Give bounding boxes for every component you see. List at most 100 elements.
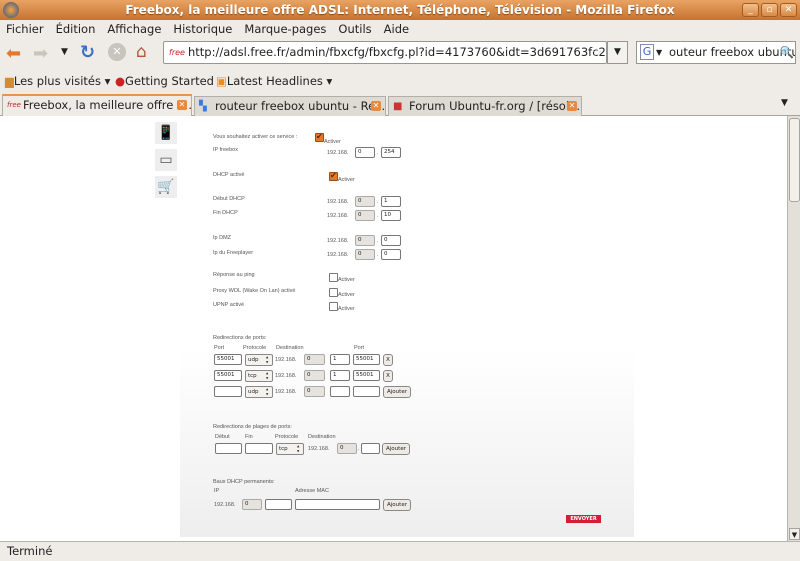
tab-close-icon[interactable]: ✕ — [371, 101, 381, 111]
home-icon[interactable]: ⌂ — [136, 42, 147, 62]
dmz-octet3: 0 — [355, 235, 375, 246]
bookmark-getting-started[interactable]: ●Getting Started — [115, 70, 214, 92]
engine-dropdown-icon[interactable]: ▼ — [656, 42, 662, 63]
search-icon[interactable]: 🔍 — [780, 42, 794, 63]
col-mac: Adresse MAC — [295, 488, 329, 494]
history-dropdown-icon[interactable]: ▼ — [61, 47, 68, 57]
port-input[interactable]: 55001 — [214, 370, 242, 381]
freeplayer-octet3: 0 — [355, 249, 375, 260]
menu-fichier[interactable]: Fichier — [6, 20, 44, 38]
protocol-select[interactable]: tcp — [276, 443, 304, 455]
tab-forum[interactable]: ■ Forum Ubuntu-fr.org / [résol... ✕ — [388, 96, 582, 117]
dest-port-input[interactable]: 55001 — [353, 370, 380, 381]
delete-button[interactable]: X — [383, 370, 393, 382]
ping-checkbox[interactable] — [329, 273, 338, 282]
add-lease-button[interactable]: Ajouter — [383, 499, 411, 511]
menu-aide[interactable]: Aide — [384, 20, 409, 38]
tab-google[interactable]: ▚ routeur freebox ubuntu - Rec... ✕ — [194, 96, 386, 117]
reload-icon[interactable]: ↻ — [80, 42, 95, 63]
col-destination: Destination — [276, 345, 304, 351]
bookmark-star-icon[interactable]: ☆ — [592, 42, 602, 63]
dot: . — [377, 238, 379, 244]
ip-prefix: 192.168. — [327, 213, 349, 219]
dest-octet4[interactable]: 1 — [330, 354, 350, 365]
minimize-button[interactable]: _ — [742, 3, 759, 17]
vertical-scrollbar[interactable]: ▼ — [787, 116, 800, 541]
menu-outils[interactable]: Outils — [338, 20, 371, 38]
menu-edition[interactable]: Édition — [56, 20, 96, 38]
dhcp-checkbox[interactable] — [329, 172, 338, 181]
tab-bar: free Freebox, la meilleure offre A... ✕ ▚ r… — [0, 94, 800, 117]
dot: . — [377, 213, 379, 219]
freeplayer-octet4[interactable]: 0 — [381, 249, 401, 260]
dmz-octet4[interactable]: 0 — [381, 235, 401, 246]
submit-button[interactable]: ENVOYER — [566, 515, 601, 523]
scroll-down-icon[interactable]: ▼ — [789, 528, 800, 540]
config-panel: Vous souhaitez activer ce service : Acti… — [180, 118, 634, 537]
menu-affichage[interactable]: Affichage — [107, 20, 161, 38]
add-port-redir-button[interactable]: Ajouter — [383, 386, 411, 398]
col-port-dest: Port — [354, 345, 365, 351]
bookmark-latest-headlines[interactable]: ▣Latest Headlines ▾ — [216, 70, 332, 92]
dest-octet3: 0 — [304, 370, 325, 381]
back-icon[interactable]: ⬅ — [6, 43, 21, 64]
dest-octet4[interactable] — [361, 443, 380, 454]
url-dropdown-button[interactable]: ▼ — [607, 41, 628, 64]
range-end-input[interactable] — [245, 443, 273, 454]
title-bar: Freebox, la meilleure offre ADSL: Intern… — [0, 0, 800, 20]
stop-icon[interactable]: ✕ — [108, 43, 126, 61]
lease-octet4[interactable] — [265, 499, 292, 510]
search-input[interactable]: G ▼ outeur freebox ubuntu 🔍 — [636, 41, 796, 64]
tab-close-icon[interactable]: ✕ — [567, 101, 577, 111]
page-content: 📱 ▭ 🛒 Vous souhaitez activer ce service … — [0, 116, 787, 541]
dest-octet3: 0 — [337, 443, 357, 454]
ip-prefix: 192.168. — [308, 446, 330, 452]
dhcp-label: DHCP activé — [213, 172, 245, 178]
url-text: http://adsl.free.fr/admin/fbxcfg/fbxcfg.… — [188, 45, 606, 59]
forward-icon[interactable]: ➡ — [33, 43, 48, 64]
upnp-checkbox[interactable] — [329, 302, 338, 311]
dhcp-start-octet3: 0 — [355, 196, 375, 207]
protocol-select[interactable]: udp — [245, 354, 273, 366]
bookmark-most-visited[interactable]: ▆Les plus visités ▾ — [5, 70, 110, 92]
phone-icon[interactable]: 📱 — [155, 122, 177, 144]
menu-historique[interactable]: Historique — [173, 20, 232, 38]
tab-close-icon[interactable]: ✕ — [177, 100, 187, 110]
google-engine-icon[interactable]: G — [640, 44, 654, 60]
google-favicon-icon: ▚ — [199, 101, 207, 112]
ip-freebox-octet3[interactable]: 0 — [355, 147, 375, 158]
tab-list-dropdown-icon[interactable]: ▼ — [781, 98, 788, 108]
dhcp-start-octet4[interactable]: 1 — [381, 196, 401, 207]
lease-octet3: 0 — [242, 499, 262, 510]
url-bar[interactable]: free http://adsl.free.fr/admin/fbxcfg/fbx… — [163, 41, 607, 64]
port-input[interactable]: 55001 — [214, 354, 242, 365]
add-range-button[interactable]: Ajouter — [382, 443, 410, 455]
mac-address-input[interactable] — [295, 499, 380, 510]
ip-freebox-octet4[interactable]: 254 — [381, 147, 401, 158]
window-title: Freebox, la meilleure offre ADSL: Intern… — [125, 3, 675, 17]
dest-port-input[interactable] — [353, 386, 380, 397]
protocol-select[interactable]: udp — [245, 386, 273, 398]
wol-checkbox[interactable] — [329, 288, 338, 297]
range-start-input[interactable] — [215, 443, 242, 454]
maximize-button[interactable]: ▫ — [761, 3, 778, 17]
dhcp-end-octet4[interactable]: 10 — [381, 210, 401, 221]
tab-freebox[interactable]: free Freebox, la meilleure offre A... ✕ — [2, 94, 192, 117]
port-input[interactable] — [214, 386, 242, 397]
leases-title: Baux DHCP permanents: — [213, 479, 275, 485]
tv-icon[interactable]: ▭ — [155, 149, 177, 171]
dest-octet4[interactable] — [330, 386, 350, 397]
cart-icon[interactable]: 🛒 — [155, 176, 177, 198]
protocol-select[interactable]: tcp — [245, 370, 273, 382]
scrollbar-thumb[interactable] — [789, 118, 800, 202]
menu-marque-pages[interactable]: Marque-pages — [244, 20, 326, 38]
dest-octet4[interactable]: 1 — [330, 370, 350, 381]
status-text: Terminé — [7, 544, 53, 558]
delete-button[interactable]: X — [383, 354, 393, 366]
dot: . — [377, 150, 379, 156]
service-checkbox[interactable] — [315, 133, 324, 142]
free-favicon-icon: free — [7, 101, 21, 109]
close-button[interactable]: ✕ — [780, 3, 797, 17]
tab-label: Forum Ubuntu-fr.org / [résol... — [409, 99, 581, 113]
dest-port-input[interactable]: 55001 — [353, 354, 380, 365]
